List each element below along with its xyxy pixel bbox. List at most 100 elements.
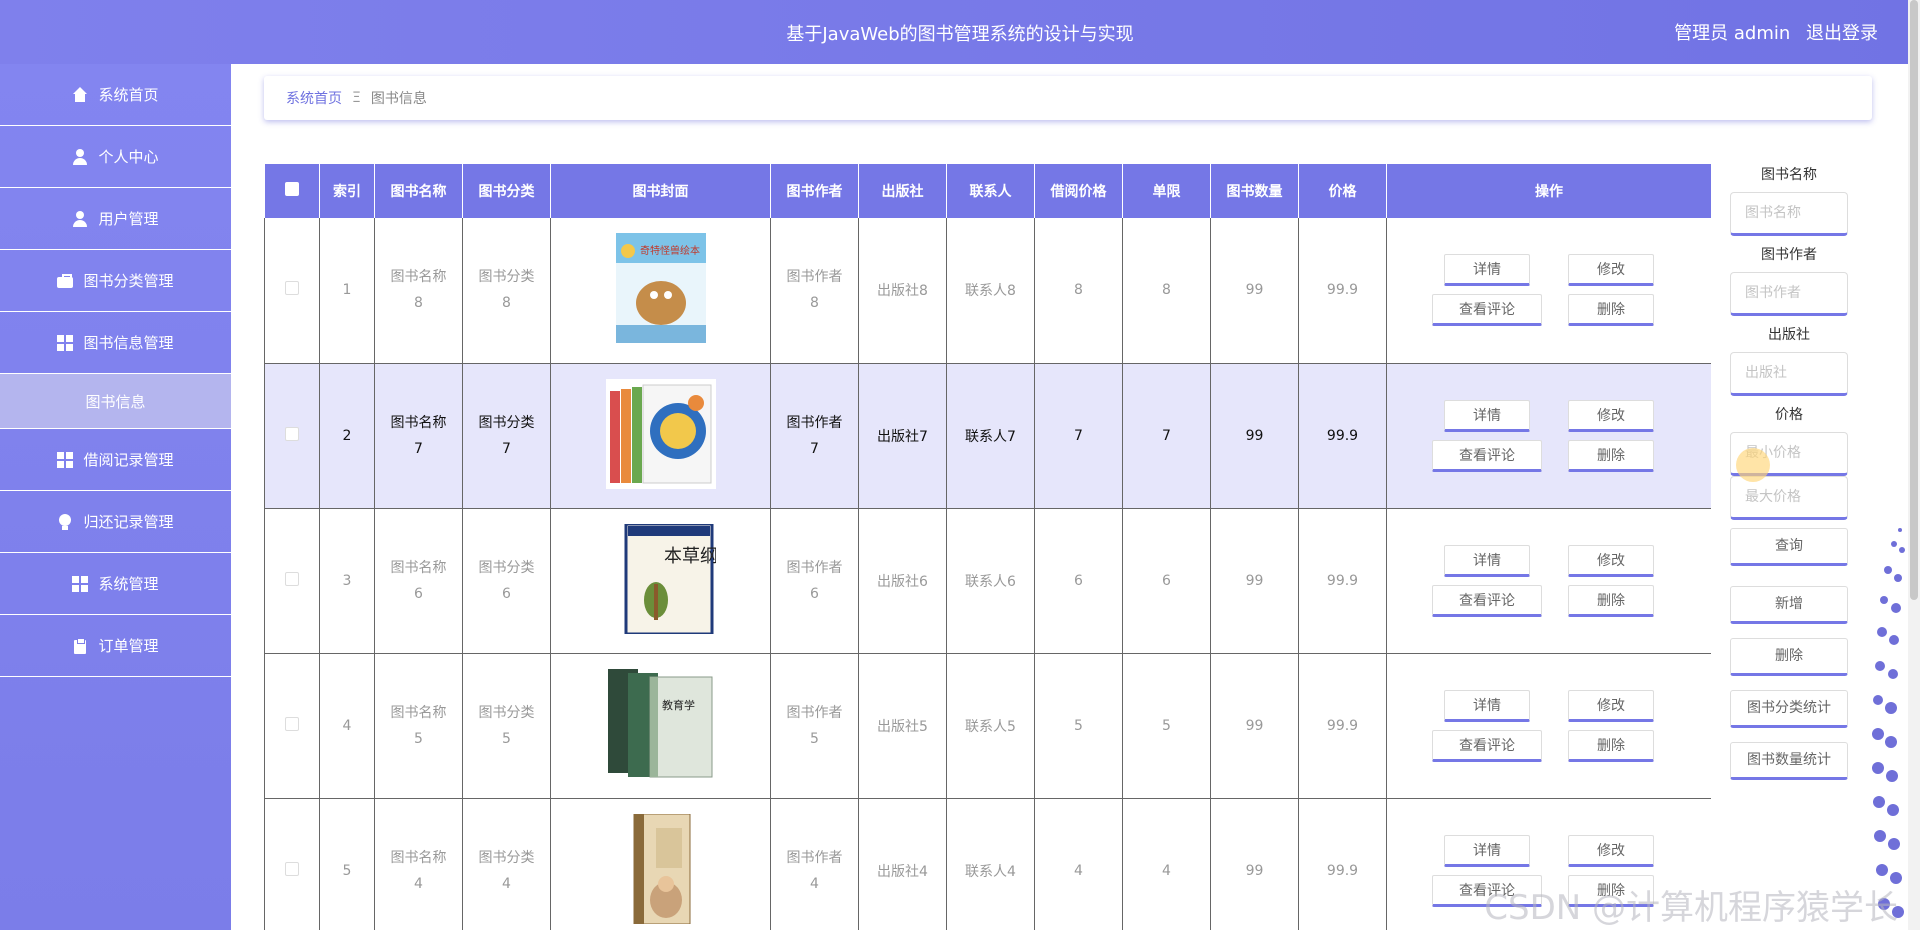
row-checkbox[interactable] bbox=[285, 716, 299, 731]
column-header: 图书数量 bbox=[1210, 164, 1299, 218]
edit-button[interactable]: 修改 bbox=[1568, 254, 1654, 287]
limit-cell: 6 bbox=[1122, 508, 1211, 654]
sidebar-subitem-book-info[interactable]: 图书信息 bbox=[0, 374, 231, 429]
select-all-header[interactable] bbox=[264, 164, 320, 218]
limit-cell: 8 bbox=[1122, 218, 1211, 364]
scrollbar-thumb[interactable] bbox=[1910, 0, 1918, 600]
table-header-row: 索引 图书名称 图书分类 图书封面 图书作者 出版社 联系人 借阅价格 单限 图… bbox=[264, 164, 1711, 218]
row-select-cell[interactable] bbox=[264, 218, 320, 364]
sidebar-item-system-mgmt[interactable]: 系统管理 bbox=[0, 553, 231, 615]
quantity-stats-button[interactable]: 图书数量统计 bbox=[1730, 742, 1848, 780]
add-button[interactable]: 新增 bbox=[1730, 586, 1848, 624]
decorative-dots bbox=[1872, 528, 1905, 918]
index-cell: 1 bbox=[319, 218, 375, 364]
delete-button[interactable]: 删除 bbox=[1568, 439, 1654, 472]
category-num: 4 bbox=[502, 875, 511, 892]
sidebar-item-book-mgmt[interactable]: 图书信息管理 bbox=[0, 312, 231, 374]
column-header: 图书分类 bbox=[462, 164, 551, 218]
edit-button[interactable]: 修改 bbox=[1568, 689, 1654, 722]
view-reviews-button[interactable]: 查看评论 bbox=[1432, 729, 1542, 762]
borrow-price-cell: 8 bbox=[1034, 218, 1123, 364]
author-cell: 图书作者 7 bbox=[770, 363, 859, 509]
sidebar: 系统首页 个人中心 用户管理 图书分类管理 图书信息管理 图书信息 借阅记录管理… bbox=[0, 64, 231, 930]
edit-button[interactable]: 修改 bbox=[1568, 544, 1654, 577]
row-select-cell[interactable] bbox=[264, 798, 320, 930]
sidebar-item-label: 图书信息 bbox=[85, 392, 146, 411]
price-cell: 99.9 bbox=[1298, 798, 1387, 930]
category-cell: 图书分类 7 bbox=[462, 363, 551, 509]
author-num: 4 bbox=[810, 875, 819, 892]
row-select-cell[interactable] bbox=[264, 653, 320, 799]
detail-button[interactable]: 详情 bbox=[1444, 544, 1530, 577]
row-checkbox[interactable] bbox=[285, 861, 299, 876]
row-checkbox[interactable] bbox=[285, 426, 299, 441]
sidebar-item-label: 图书信息管理 bbox=[83, 334, 174, 352]
sidebar-item-profile[interactable]: 个人中心 bbox=[0, 126, 231, 188]
row-select-cell[interactable] bbox=[264, 363, 320, 509]
view-reviews-button[interactable]: 查看评论 bbox=[1432, 294, 1542, 327]
sidebar-item-borrow-mgmt[interactable]: 借阅记录管理 bbox=[0, 429, 231, 491]
table-row: 4 图书名称 5 图书分类 5 教育学 图书作者 5 出版社5 联系人5 5 5 bbox=[264, 653, 1711, 799]
row-checkbox[interactable] bbox=[285, 571, 299, 586]
batch-delete-button[interactable]: 删除 bbox=[1730, 638, 1848, 676]
author-cell: 图书作者 5 bbox=[770, 653, 859, 799]
book-cover-image: 本草纲目 bbox=[624, 523, 716, 634]
sidebar-item-category-mgmt[interactable]: 图书分类管理 bbox=[0, 250, 231, 312]
detail-button[interactable]: 详情 bbox=[1444, 834, 1530, 867]
category-stats-button[interactable]: 图书分类统计 bbox=[1730, 690, 1848, 728]
cover-cell: 教育学 bbox=[550, 653, 771, 799]
delete-button[interactable]: 删除 bbox=[1568, 294, 1654, 327]
detail-button[interactable]: 详情 bbox=[1444, 399, 1530, 432]
category-cell: 图书分类 4 bbox=[462, 798, 551, 930]
detail-button[interactable]: 详情 bbox=[1444, 254, 1530, 287]
book-table-container: 索引 图书名称 图书分类 图书封面 图书作者 出版社 联系人 借阅价格 单限 图… bbox=[264, 164, 1711, 930]
view-reviews-button[interactable]: 查看评论 bbox=[1432, 439, 1542, 472]
breadcrumb-separator: Ξ bbox=[352, 90, 361, 106]
author-input[interactable] bbox=[1730, 272, 1848, 316]
publisher-cell: 出版社7 bbox=[858, 363, 947, 509]
delete-button[interactable]: 删除 bbox=[1568, 584, 1654, 617]
max-price-input[interactable] bbox=[1730, 476, 1848, 520]
price-cell: 99.9 bbox=[1298, 508, 1387, 654]
delete-button[interactable]: 删除 bbox=[1568, 729, 1654, 762]
book-name-input[interactable] bbox=[1730, 192, 1848, 236]
row-checkbox[interactable] bbox=[285, 281, 299, 296]
row-select-cell[interactable] bbox=[264, 508, 320, 654]
publisher-input[interactable] bbox=[1730, 352, 1848, 396]
sidebar-item-return-mgmt[interactable]: 归还记录管理 bbox=[0, 491, 231, 553]
contact-cell: 联系人4 bbox=[946, 798, 1035, 930]
author-num: 7 bbox=[810, 440, 819, 457]
detail-button[interactable]: 详情 bbox=[1444, 689, 1530, 722]
sidebar-item-users[interactable]: 用户管理 bbox=[0, 188, 231, 250]
logout-link[interactable]: 退出登录 bbox=[1806, 23, 1878, 44]
cover-cell: 奇特怪兽绘本 bbox=[550, 218, 771, 364]
select-all-checkbox[interactable] bbox=[284, 182, 299, 196]
name-num: 8 bbox=[414, 295, 423, 312]
cover-cell bbox=[550, 363, 771, 509]
sidebar-item-home[interactable]: 系统首页 bbox=[0, 64, 231, 126]
edit-button[interactable]: 修改 bbox=[1568, 399, 1654, 432]
breadcrumb-home[interactable]: 系统首页 bbox=[286, 88, 342, 108]
user-icon bbox=[72, 210, 88, 227]
grid-icon bbox=[57, 451, 74, 468]
cover-cell: 本草纲目 bbox=[550, 508, 771, 654]
index-cell: 4 bbox=[319, 653, 375, 799]
quantity-cell: 99 bbox=[1210, 653, 1299, 799]
sidebar-item-label: 用户管理 bbox=[98, 210, 159, 228]
author-cell: 图书作者 8 bbox=[770, 218, 859, 364]
sidebar-item-label: 借阅记录管理 bbox=[83, 451, 174, 469]
table-row: 3 图书名称 6 图书分类 6 本草纲目 图书作者 6 出版社6 联系人6 6 6 bbox=[264, 508, 1711, 654]
edit-button[interactable]: 修改 bbox=[1568, 834, 1654, 867]
author-cell: 图书作者 4 bbox=[770, 798, 859, 930]
sidebar-item-order-mgmt[interactable]: 订单管理 bbox=[0, 615, 231, 677]
sidebar-item-label: 个人中心 bbox=[98, 148, 159, 166]
name-num: 5 bbox=[414, 730, 423, 747]
query-button[interactable]: 查询 bbox=[1730, 528, 1848, 566]
column-header: 出版社 bbox=[858, 164, 947, 218]
author-text: 图书作者 bbox=[786, 414, 843, 431]
page-scrollbar[interactable] bbox=[1908, 0, 1920, 930]
category-text: 图书分类 bbox=[478, 559, 535, 576]
column-header: 单限 bbox=[1122, 164, 1211, 218]
view-reviews-button[interactable]: 查看评论 bbox=[1432, 584, 1542, 617]
quantity-cell: 99 bbox=[1210, 508, 1299, 654]
